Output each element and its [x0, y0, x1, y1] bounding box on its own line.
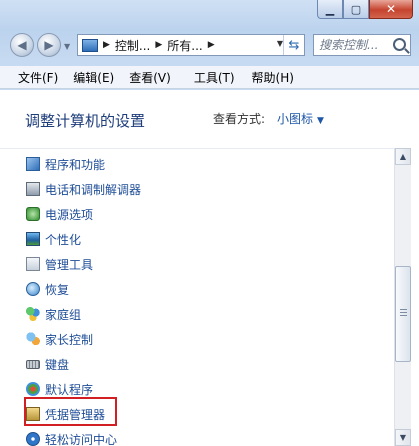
view-by-value: 小图标: [277, 112, 314, 126]
menu-tools[interactable]: 工具(T): [180, 69, 244, 86]
search-input[interactable]: [319, 38, 395, 52]
power-options-icon: [26, 207, 40, 221]
chevron-right-icon[interactable]: ▶: [155, 40, 162, 50]
menu-bar: 文件(F) 编辑(E) 查看(V) 工具(T) 帮助(H): [0, 66, 419, 89]
admin-tools-icon: [26, 257, 40, 271]
list-item-programs-features[interactable]: 程序和功能: [26, 154, 105, 174]
list-item-power-options[interactable]: 电源选项: [26, 204, 93, 224]
ease-of-access-icon: [26, 432, 40, 446]
list-item-phone-modem[interactable]: 电话和调制解调器: [26, 179, 141, 199]
scroll-up-button[interactable]: ▲: [395, 148, 411, 165]
control-panel-items: 程序和功能 电话和调制解调器 电源选项 个性化 管理工具 恢复 家庭组 家长控制…: [0, 148, 394, 446]
list-item-label: 电话和调制解调器: [45, 182, 142, 197]
minimize-button[interactable]: ▁: [317, 0, 343, 19]
breadcrumb-all-items[interactable]: 所有...: [167, 37, 202, 54]
menu-help[interactable]: 帮助(H): [244, 69, 303, 86]
list-item-keyboard[interactable]: 键盘: [26, 354, 69, 374]
phone-modem-icon: [26, 182, 40, 196]
search-box[interactable]: [313, 34, 411, 56]
list-item-label: 家庭组: [45, 307, 82, 322]
caption-buttons: ▁ ▢ ✕: [317, 0, 413, 20]
keyboard-icon: [26, 359, 40, 369]
minimize-icon: ▁: [325, 2, 335, 16]
close-button[interactable]: ✕: [369, 0, 413, 19]
list-item-default-programs[interactable]: 默认程序: [26, 379, 93, 399]
list-item-admin-tools[interactable]: 管理工具: [26, 254, 93, 274]
list-item-recovery[interactable]: 恢复: [26, 279, 69, 299]
forward-arrow-icon: ▶: [44, 38, 54, 52]
list-item-label: 个性化: [45, 232, 82, 247]
breadcrumb-control-panel[interactable]: 控制...: [115, 37, 150, 54]
page-title: 调整计算机的设置: [25, 112, 146, 130]
scroll-down-button[interactable]: ▼: [395, 429, 411, 446]
list-item-ease-of-access[interactable]: 轻松访问中心: [26, 429, 117, 446]
chevron-down-icon: ▼: [317, 116, 324, 126]
control-panel-window: ▁ ▢ ✕ ◀ ▶ ▼ ▶ 控制... ▶ 所有... ▶ ▼ ⇆ 文件(F) …: [0, 0, 419, 446]
list-item-label: 管理工具: [45, 257, 94, 272]
list-item-label: 轻松访问中心: [45, 432, 118, 446]
back-button[interactable]: ◀: [10, 33, 34, 57]
list-item-label: 程序和功能: [45, 157, 106, 172]
search-icon[interactable]: [393, 38, 406, 51]
menu-file[interactable]: 文件(F): [0, 69, 67, 86]
list-item-personalization[interactable]: 个性化: [26, 229, 81, 249]
menu-edit[interactable]: 编辑(E): [67, 69, 123, 86]
list-item-homegroup[interactable]: 家庭组: [26, 304, 81, 324]
close-icon: ✕: [385, 2, 397, 16]
content-area: 调整计算机的设置 查看方式: 小图标 ▼ 程序和功能 电话和调制解调器 电源选项 …: [0, 90, 419, 446]
maximize-icon: ▢: [350, 2, 362, 16]
default-programs-icon: [26, 382, 40, 396]
parental-controls-icon: [26, 332, 40, 346]
view-by-dropdown[interactable]: 小图标 ▼: [277, 110, 324, 127]
forward-button[interactable]: ▶: [37, 33, 61, 57]
list-item-parental-controls[interactable]: 家长控制: [26, 329, 93, 349]
chevron-right-icon[interactable]: ▶: [208, 40, 215, 50]
vertical-scrollbar[interactable]: ▲ ▼: [394, 148, 411, 446]
scrollbar-thumb[interactable]: [395, 266, 411, 362]
list-item-label: 恢复: [45, 282, 70, 297]
back-arrow-icon: ◀: [17, 38, 27, 52]
highlight-box: [24, 397, 117, 426]
refresh-icon: ⇆: [288, 37, 300, 53]
recent-pages-dropdown[interactable]: ▼: [64, 42, 70, 51]
refresh-button[interactable]: ⇆: [283, 35, 304, 55]
chevron-right-icon[interactable]: ▶: [103, 40, 110, 50]
navigation-bar: ◀ ▶ ▼ ▶ 控制... ▶ 所有... ▶ ▼ ⇆: [0, 28, 419, 62]
menu-view[interactable]: 查看(V): [123, 69, 180, 86]
homegroup-icon: [26, 307, 40, 321]
chevron-up-icon: ▲: [399, 152, 407, 161]
chevron-down-icon: ▼: [399, 433, 407, 442]
personalization-icon: [26, 232, 40, 246]
control-panel-icon: [82, 38, 98, 52]
list-item-label: 默认程序: [45, 382, 94, 397]
list-item-label: 家长控制: [45, 332, 94, 347]
list-item-label: 电源选项: [45, 207, 94, 222]
recovery-icon: [26, 282, 40, 296]
address-bar[interactable]: ▶ 控制... ▶ 所有... ▶ ▼ ⇆: [77, 34, 305, 56]
programs-features-icon: [26, 157, 40, 171]
view-by-label: 查看方式:: [213, 112, 266, 126]
maximize-button[interactable]: ▢: [343, 0, 369, 19]
list-item-label: 键盘: [45, 357, 70, 372]
